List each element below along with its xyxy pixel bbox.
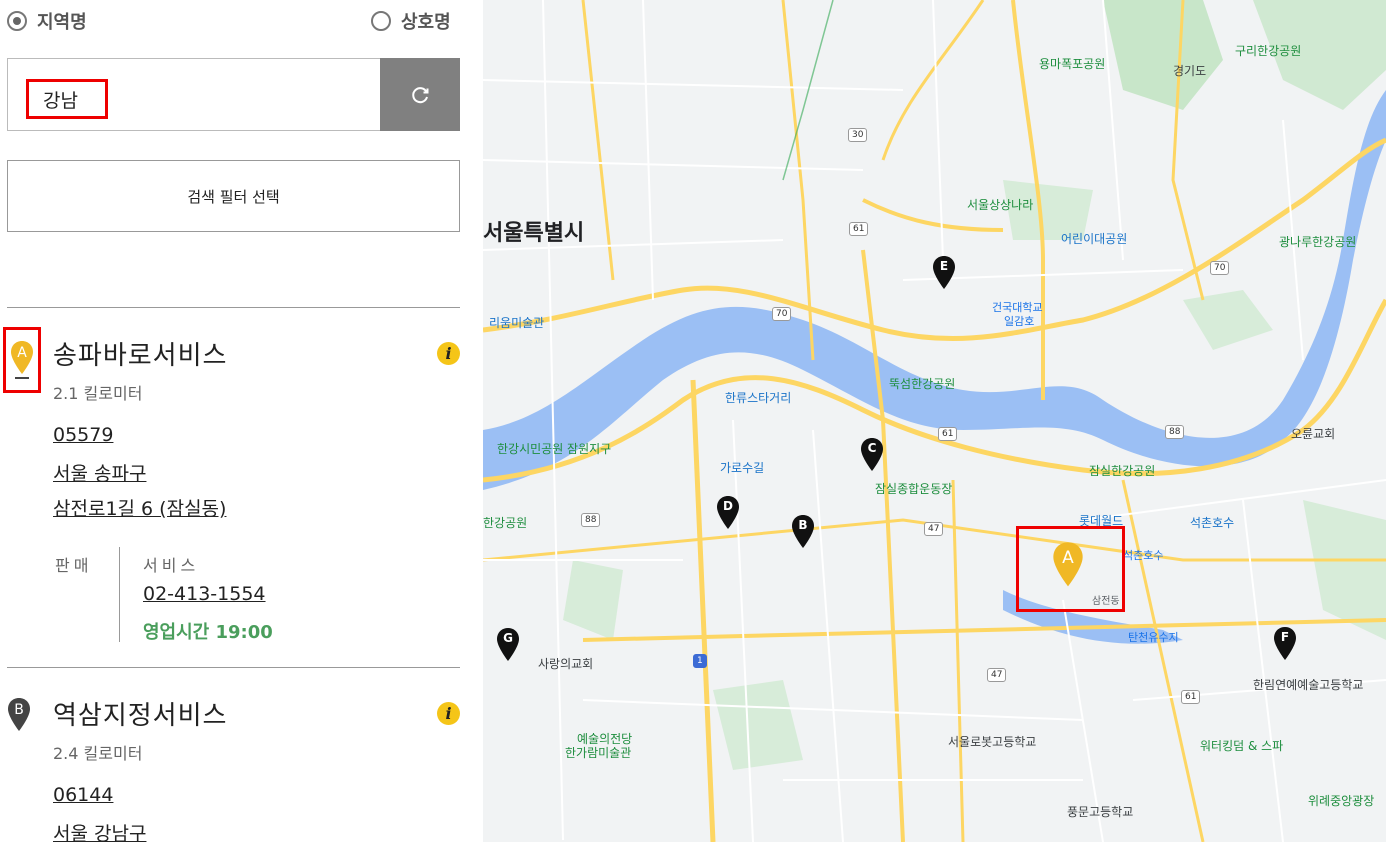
- service-label: 서비스: [143, 556, 200, 575]
- map-label-gyeonggi: 경기도: [1173, 64, 1207, 78]
- marker-b-letter: B: [14, 702, 24, 718]
- route-shield: 70: [1210, 261, 1230, 275]
- map-marker-b[interactable]: B: [791, 514, 815, 554]
- map-canvas: [483, 0, 1386, 842]
- route-shield: 70: [772, 307, 792, 321]
- map-label-ttukseom[interactable]: 뚝섬한강공원: [889, 375, 955, 392]
- company-radio-label[interactable]: 상호명: [401, 8, 451, 34]
- map-label-jamwon[interactable]: 한강시민공원 잠원지구: [497, 440, 611, 457]
- route-shield: 47: [924, 522, 944, 536]
- search-filter-button[interactable]: 검색 필터 선택: [7, 160, 460, 232]
- route-shield: 47: [987, 668, 1007, 682]
- store-name[interactable]: 송파바로서비스: [53, 335, 227, 372]
- result-item-a[interactable]: A 송파바로서비스 i 2.1 킬로미터 05579 서울 송파구 삼전로1길 …: [0, 307, 483, 667]
- marker-letter: B: [798, 518, 808, 532]
- store-locator-panel: 지역명 상호명 검색 필터 선택 A 송파바로서비스 i 2.1 킬로미터 05…: [0, 0, 483, 842]
- result-item-b[interactable]: B 역삼지정서비스 i 2.4 킬로미터 06144 서울 강남구: [0, 667, 483, 842]
- marker-letter: F: [1280, 630, 1290, 644]
- map-marker-d[interactable]: D: [716, 495, 740, 535]
- region-radio[interactable]: [7, 11, 27, 31]
- address-line1-link[interactable]: 서울 강남구: [53, 819, 146, 842]
- marker-letter: E: [939, 259, 949, 273]
- marker-a-letter: A: [17, 345, 27, 361]
- map-label-children-park[interactable]: 어린이대공원: [1061, 230, 1127, 247]
- route-shield: 88: [581, 513, 601, 527]
- map-label-museum[interactable]: 리움미술관: [489, 314, 544, 331]
- map-marker-f[interactable]: F: [1273, 626, 1297, 666]
- company-radio-option[interactable]: 상호명: [371, 8, 451, 34]
- marker-a-highlight: A: [3, 327, 41, 393]
- map-label-gwangnaru[interactable]: 광나루한강공원: [1279, 233, 1356, 250]
- map-label-seokchon-pond: 석촌호수: [1123, 549, 1164, 562]
- route-shield: 88: [1165, 425, 1185, 439]
- marker-letter: G: [503, 631, 513, 645]
- store-name[interactable]: 역삼지정서비스: [53, 695, 227, 732]
- refresh-icon: [412, 86, 429, 103]
- store-distance: 2.4 킬로미터: [53, 744, 143, 763]
- route-shield: 61: [849, 222, 869, 236]
- business-hours: 영업시간 19:00: [143, 622, 273, 643]
- map-label-robot-school[interactable]: 서울로봇고등학교: [948, 733, 1036, 750]
- map-label-hanlim[interactable]: 한림연예예술고등학교: [1253, 676, 1363, 693]
- map-label-sarang[interactable]: 사랑의교회: [538, 655, 593, 672]
- map-label-seoul: 서울특별시: [483, 221, 585, 246]
- info-icon[interactable]: i: [437, 702, 460, 725]
- map-label-pungmun[interactable]: 풍문고등학교: [1067, 803, 1133, 820]
- map-label-garosu[interactable]: 가로수길: [720, 459, 764, 476]
- map-label-guri-park[interactable]: 구리한강공원: [1235, 42, 1301, 59]
- route-shield: 61: [1181, 690, 1201, 704]
- route-shield: 61: [938, 427, 958, 441]
- marker-letter: C: [867, 441, 877, 455]
- search-box: [7, 58, 460, 131]
- search-input[interactable]: [26, 79, 108, 119]
- marker-b: B: [3, 687, 41, 753]
- store-distance: 2.1 킬로미터: [53, 384, 143, 403]
- map-marker-a[interactable]: A: [1052, 541, 1084, 593]
- address-line1-link[interactable]: 서울 송파구: [53, 459, 146, 486]
- marker-letter: A: [1062, 548, 1074, 568]
- divider: [119, 547, 120, 642]
- address-line2-link[interactable]: 삼전로1길 6 (잠실동): [53, 494, 226, 521]
- map-label-jamsil-park[interactable]: 잠실한강공원: [1089, 462, 1155, 479]
- route-shield: 30: [848, 128, 868, 142]
- postal-code-link[interactable]: 06144: [53, 784, 113, 806]
- region-radio-option[interactable]: 지역명: [7, 8, 87, 34]
- region-radio-label[interactable]: 지역명: [37, 8, 87, 34]
- info-icon[interactable]: i: [437, 342, 460, 365]
- map-label-olympic-church[interactable]: 오륜교회: [1291, 425, 1335, 442]
- map-marker-e[interactable]: E: [932, 255, 956, 295]
- map-label-yongma[interactable]: 용마폭포공원: [1039, 55, 1105, 72]
- map-label-waterking[interactable]: 워터킹덤 & 스파: [1200, 737, 1283, 754]
- map-label-hallyu[interactable]: 한류스타거리: [725, 389, 791, 406]
- map-marker-g[interactable]: G: [496, 627, 520, 667]
- phone-link[interactable]: 02-413-1554: [143, 583, 266, 605]
- map-label-hangang-park[interactable]: 한강공원: [483, 514, 527, 531]
- sales-label: 판매: [55, 556, 93, 575]
- map-label-sangsang[interactable]: 서울상상나라: [967, 196, 1033, 213]
- map[interactable]: 서울특별시 구리한강공원 용마폭포공원 서울상상나라 어린이대공원 광나루한강공…: [483, 0, 1386, 842]
- map-marker-c[interactable]: C: [860, 437, 884, 477]
- route-shield: 1: [693, 654, 707, 668]
- marker-letter: D: [723, 499, 733, 513]
- postal-code-link[interactable]: 05579: [53, 424, 113, 446]
- map-label-wirye[interactable]: 위례중앙광장: [1308, 792, 1374, 809]
- map-label-sports-complex[interactable]: 잠실종합운동장: [875, 480, 952, 497]
- refresh-button[interactable]: [380, 58, 460, 131]
- company-radio[interactable]: [371, 11, 391, 31]
- map-label-seokchon[interactable]: 석촌호수: [1190, 514, 1234, 531]
- map-label-hangaram[interactable]: 한가람미술관: [565, 744, 631, 761]
- map-label-ilgamho: 일감호: [1004, 315, 1035, 328]
- map-label-tancheon: 탄천유수지: [1128, 631, 1179, 644]
